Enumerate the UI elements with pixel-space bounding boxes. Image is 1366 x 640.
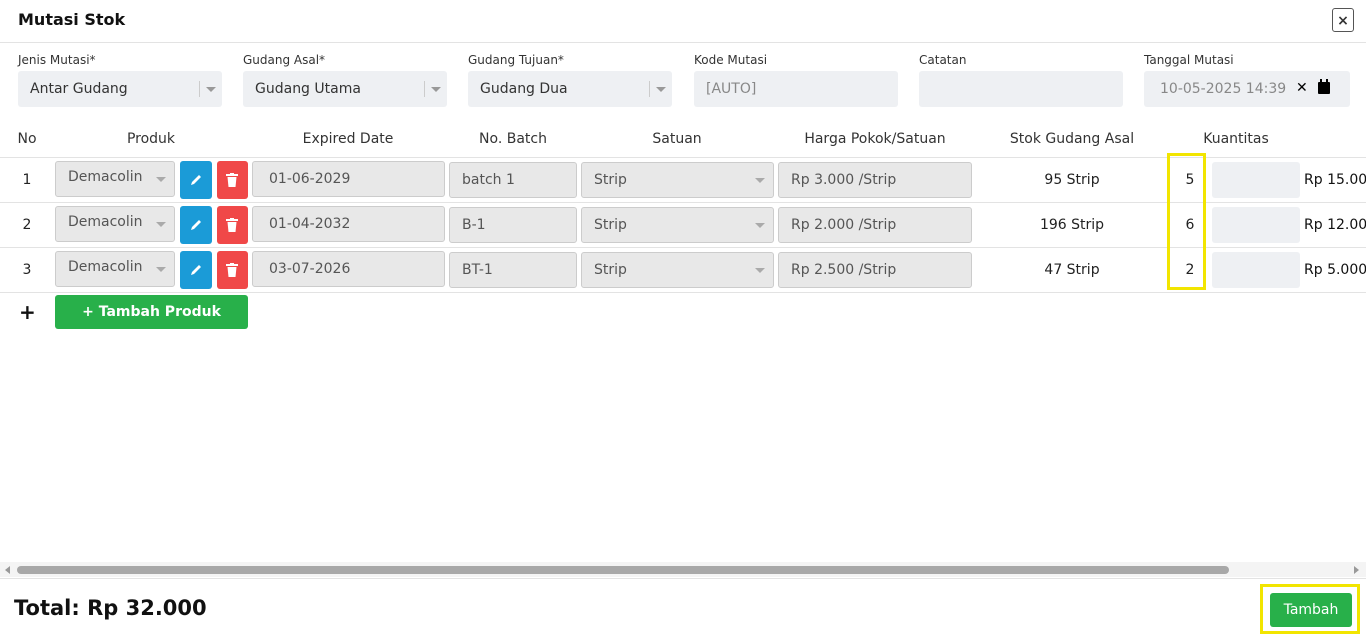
gudang-tujuan-label: Gudang Tujuan*: [468, 53, 564, 67]
satuan-select[interactable]: Strip: [581, 162, 774, 198]
edit-button[interactable]: [180, 206, 212, 244]
select-separator: [649, 81, 650, 97]
header-produk: Produk: [126, 131, 176, 147]
catatan-label: Catatan: [919, 53, 967, 67]
trash-icon: [226, 218, 238, 232]
close-button[interactable]: ×: [1332, 8, 1354, 32]
satuan-value: Strip: [594, 172, 627, 188]
row-divider: [0, 292, 1366, 293]
row-divider: [0, 247, 1366, 248]
harga-field: Rp 3.000 /Strip: [778, 162, 972, 198]
jenis-mutasi-select[interactable]: Antar Gudang: [18, 71, 222, 107]
header-expired-date: Expired Date: [302, 131, 394, 147]
satuan-value: Strip: [594, 262, 627, 278]
quantity-input[interactable]: [1212, 252, 1300, 288]
chevron-down-icon: [206, 87, 216, 92]
tanggal-mutasi-label: Tanggal Mutasi: [1144, 53, 1234, 67]
subtotal-value: Rp 15.000: [1304, 172, 1366, 188]
delete-button[interactable]: [217, 206, 248, 244]
row-divider: [0, 202, 1366, 203]
row-number: 3: [22, 262, 32, 278]
chevron-down-icon: [156, 267, 166, 272]
chevron-down-icon: [156, 222, 166, 227]
select-separator: [199, 81, 200, 97]
delete-button[interactable]: [217, 161, 248, 199]
edit-button[interactable]: [180, 161, 212, 199]
add-row-icon[interactable]: +: [19, 300, 36, 324]
gudang-asal-value: Gudang Utama: [255, 81, 361, 97]
jenis-mutasi-value: Antar Gudang: [30, 81, 128, 97]
batch-field[interactable]: B-1: [449, 207, 577, 243]
chevron-down-icon: [755, 178, 765, 183]
chevron-down-icon: [156, 177, 166, 182]
chevron-down-icon: [656, 87, 666, 92]
chevron-down-icon: [755, 223, 765, 228]
product-select[interactable]: Demacolin: [55, 206, 175, 242]
quantity-input[interactable]: [1212, 207, 1300, 243]
tanggal-mutasi-value: 10-05-2025 14:39: [1160, 81, 1287, 97]
header-kuantitas: Kuantitas: [1203, 131, 1269, 147]
modal-header: Mutasi Stok ×: [0, 0, 1366, 43]
header-stok: Stok Gudang Asal: [1009, 131, 1135, 147]
pencil-icon: [191, 265, 201, 275]
kode-mutasi-label: Kode Mutasi: [694, 53, 768, 67]
row-number: 1: [22, 172, 32, 188]
chevron-down-icon: [755, 268, 765, 273]
subtotal-value: Rp 12.000: [1304, 217, 1366, 233]
expired-date-field[interactable]: 01-04-2032: [252, 206, 445, 242]
catatan-input[interactable]: [919, 71, 1123, 107]
expired-date-field[interactable]: 01-06-2029: [252, 161, 445, 197]
harga-field: Rp 2.500 /Strip: [778, 252, 972, 288]
header-no-batch: No. Batch: [479, 131, 547, 147]
batch-field[interactable]: BT-1: [449, 252, 577, 288]
trash-icon: [226, 173, 238, 187]
quantity-input[interactable]: [1212, 162, 1300, 198]
satuan-select[interactable]: Strip: [581, 252, 774, 288]
stok-value: 196 Strip: [1039, 217, 1105, 233]
delete-button[interactable]: [217, 251, 248, 289]
header-no: No: [17, 131, 37, 147]
jenis-mutasi-label: Jenis Mutasi*: [18, 53, 96, 67]
calendar-icon[interactable]: [1318, 79, 1330, 94]
scroll-right-icon[interactable]: [1354, 566, 1359, 574]
product-select[interactable]: Demacolin: [55, 161, 175, 197]
row-number: 2: [22, 217, 32, 233]
stok-value: 47 Strip: [1044, 262, 1100, 278]
product-value: Demacolin: [68, 169, 143, 185]
clear-date-icon[interactable]: ✕: [1296, 80, 1308, 96]
product-select[interactable]: Demacolin: [55, 251, 175, 287]
kode-mutasi-field[interactable]: [AUTO]: [694, 71, 898, 107]
total-amount: Total: Rp 32.000: [14, 596, 207, 620]
submit-button[interactable]: Tambah: [1270, 593, 1352, 627]
header-satuan: Satuan: [652, 131, 702, 147]
modal-title: Mutasi Stok: [18, 10, 126, 29]
expired-date-field[interactable]: 03-07-2026: [252, 251, 445, 287]
harga-field: Rp 2.000 /Strip: [778, 207, 972, 243]
gudang-asal-select[interactable]: Gudang Utama: [243, 71, 447, 107]
header-harga: Harga Pokok/Satuan: [804, 131, 946, 147]
trash-icon: [226, 263, 238, 277]
pencil-icon: [191, 220, 201, 230]
batch-field[interactable]: batch 1: [449, 162, 577, 198]
quantity-highlight: [1167, 153, 1206, 290]
product-value: Demacolin: [68, 214, 143, 230]
add-product-button[interactable]: + Tambah Produk: [55, 295, 248, 329]
table-divider: [0, 157, 1366, 158]
satuan-select[interactable]: Strip: [581, 207, 774, 243]
gudang-tujuan-value: Gudang Dua: [480, 81, 568, 97]
edit-button[interactable]: [180, 251, 212, 289]
subtotal-value: Rp 5.000: [1304, 262, 1366, 278]
chevron-down-icon: [431, 87, 441, 92]
satuan-value: Strip: [594, 217, 627, 233]
gudang-tujuan-select[interactable]: Gudang Dua: [468, 71, 672, 107]
scrollbar-thumb[interactable]: [17, 566, 1229, 574]
stok-value: 95 Strip: [1044, 172, 1100, 188]
select-separator: [424, 81, 425, 97]
pencil-icon: [191, 175, 201, 185]
product-value: Demacolin: [68, 259, 143, 275]
kode-mutasi-value: [AUTO]: [706, 81, 757, 97]
scroll-left-icon[interactable]: [5, 566, 10, 574]
gudang-asal-label: Gudang Asal*: [243, 53, 326, 67]
footer-divider: [0, 578, 1366, 579]
